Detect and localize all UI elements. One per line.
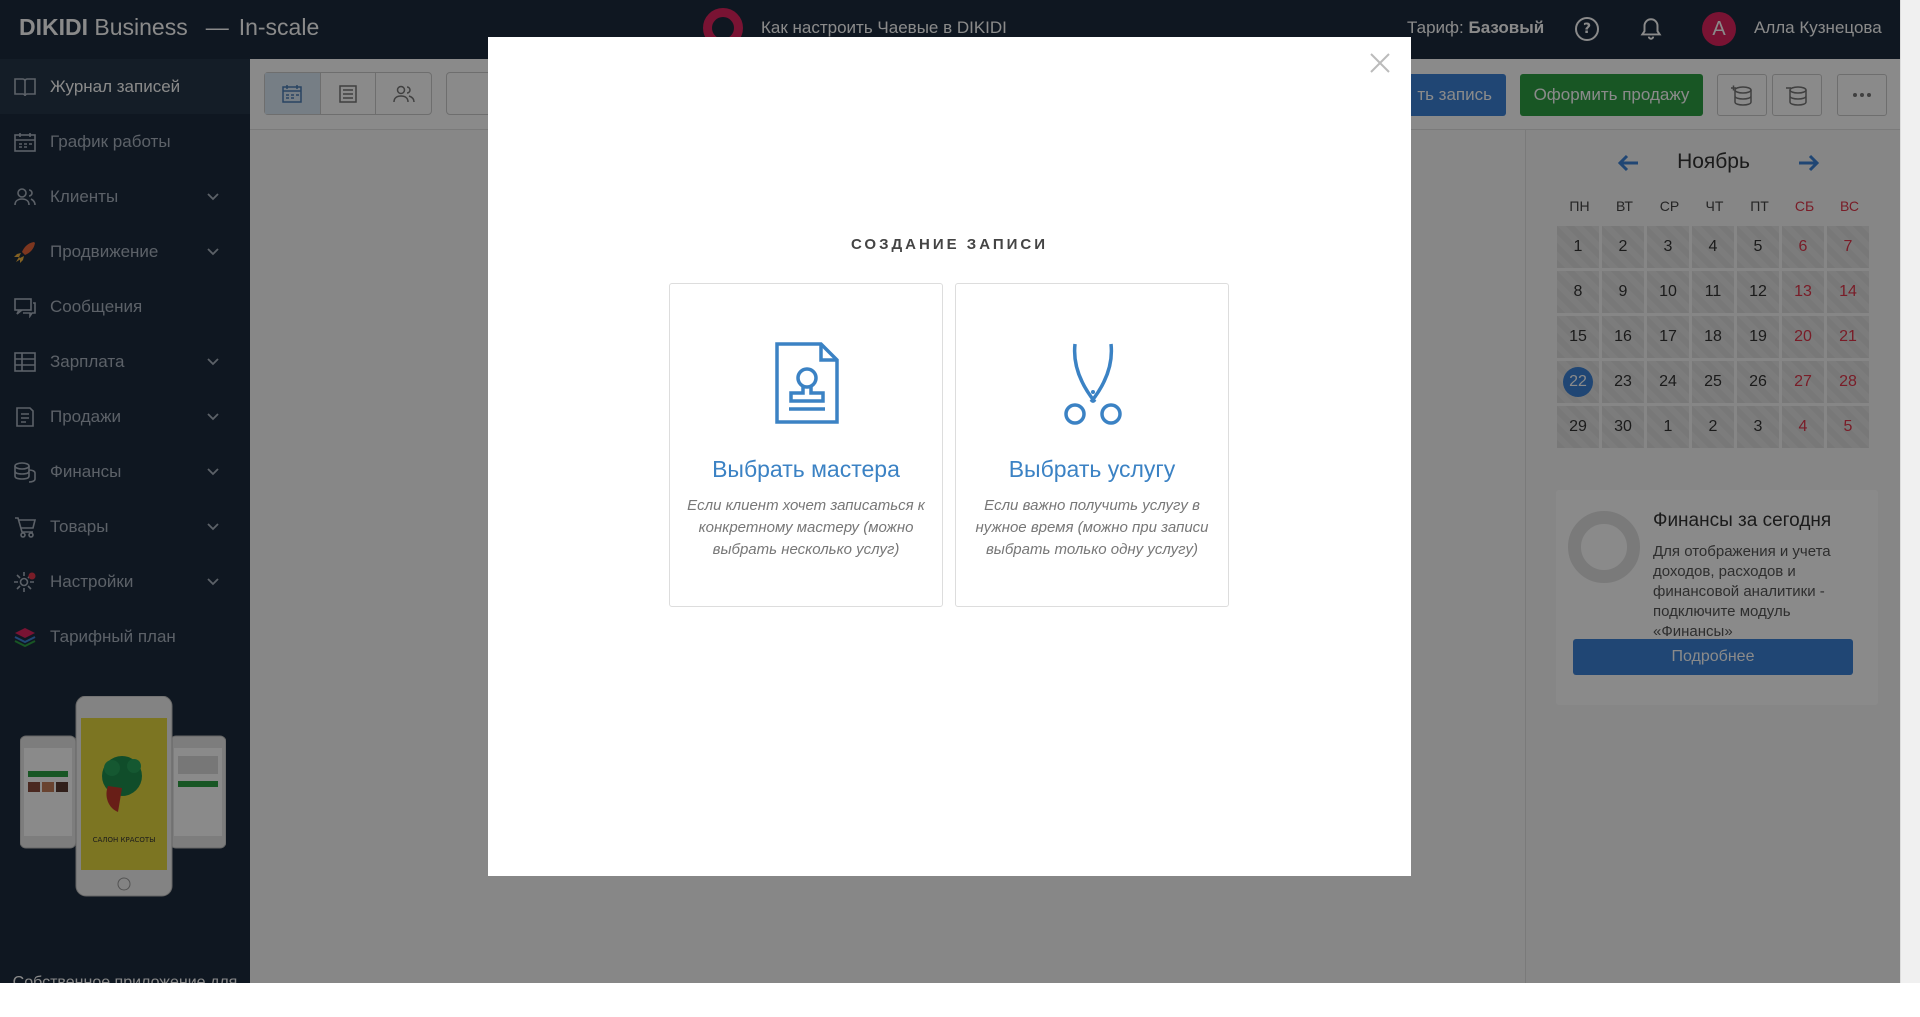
option-description: Если важно получить услугу в нужное врем… (975, 497, 1209, 558)
choose-master-option[interactable]: Выбрать мастера Если клиент хочет записа… (669, 283, 943, 607)
page-scrollbar[interactable] (1900, 0, 1920, 983)
master-document-icon (775, 342, 839, 424)
option-title: Выбрать услугу (1008, 456, 1176, 482)
option-title: Выбрать мастера (712, 456, 900, 482)
close-icon[interactable] (1368, 51, 1392, 75)
option-description: Если клиент хочет записаться к конкретно… (687, 497, 925, 558)
create-record-modal: СОЗДАНИЕ ЗАПИСИ Выбрать мастера Если кли… (488, 37, 1411, 876)
modal-title: СОЗДАНИЕ ЗАПИСИ (850, 236, 1049, 253)
scissors-icon (1064, 343, 1122, 425)
choose-service-option[interactable]: Выбрать услугу Если важно получить услуг… (955, 283, 1229, 607)
